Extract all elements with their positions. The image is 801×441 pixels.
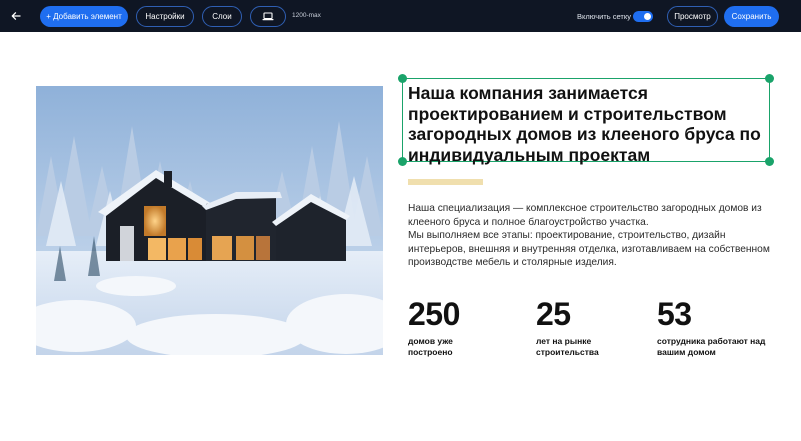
toggle-knob	[644, 13, 651, 20]
house-photo[interactable]	[36, 86, 383, 355]
editor-toolbar: + Добавить элемент Настройки Слои 1200-m…	[0, 0, 801, 32]
stat-houses[interactable]: 250 домов уже построено	[408, 298, 478, 358]
resize-handle-bottom-left[interactable]	[398, 157, 407, 166]
resize-handle-top-left[interactable]	[398, 74, 407, 83]
add-element-button[interactable]: + Добавить элемент	[40, 6, 128, 27]
description-text[interactable]: Наша специализация — комплексное строите…	[408, 202, 778, 270]
winter-house-image	[36, 86, 383, 355]
laptop-icon	[262, 12, 274, 21]
layers-button[interactable]: Слои	[202, 6, 242, 27]
back-button[interactable]	[8, 8, 24, 24]
arrow-left-icon	[11, 12, 21, 20]
stat-value: 53	[657, 296, 692, 332]
section-heading[interactable]: Наша компания занимается проектированием…	[408, 83, 770, 165]
save-button[interactable]: Сохранить	[724, 6, 779, 27]
settings-button[interactable]: Настройки	[136, 6, 194, 27]
grid-toggle[interactable]	[633, 11, 653, 22]
stat-years[interactable]: 25 лет на рынке строительства	[536, 298, 616, 358]
stat-label: сотрудника работают над вашим домом	[657, 336, 766, 357]
stat-employees[interactable]: 53 сотрудника работают над вашим домом	[657, 298, 777, 358]
description-paragraph-1: Наша специализация — комплексное строите…	[408, 203, 762, 228]
resize-handle-top-right[interactable]	[765, 74, 774, 83]
stat-value: 250	[408, 296, 460, 332]
description-paragraph-2: Мы выполняем все этапы: проектирование, …	[408, 230, 770, 268]
stat-value: 25	[536, 296, 571, 332]
stat-label: домов уже построено	[408, 336, 453, 357]
grid-toggle-label: Включить сетку	[577, 12, 631, 21]
max-width-label: 1200-max	[292, 12, 321, 19]
device-toggle-button[interactable]	[250, 6, 286, 27]
preview-button[interactable]: Просмотр	[667, 6, 718, 27]
stat-label: лет на рынке строительства	[536, 336, 599, 357]
accent-divider	[408, 179, 483, 185]
